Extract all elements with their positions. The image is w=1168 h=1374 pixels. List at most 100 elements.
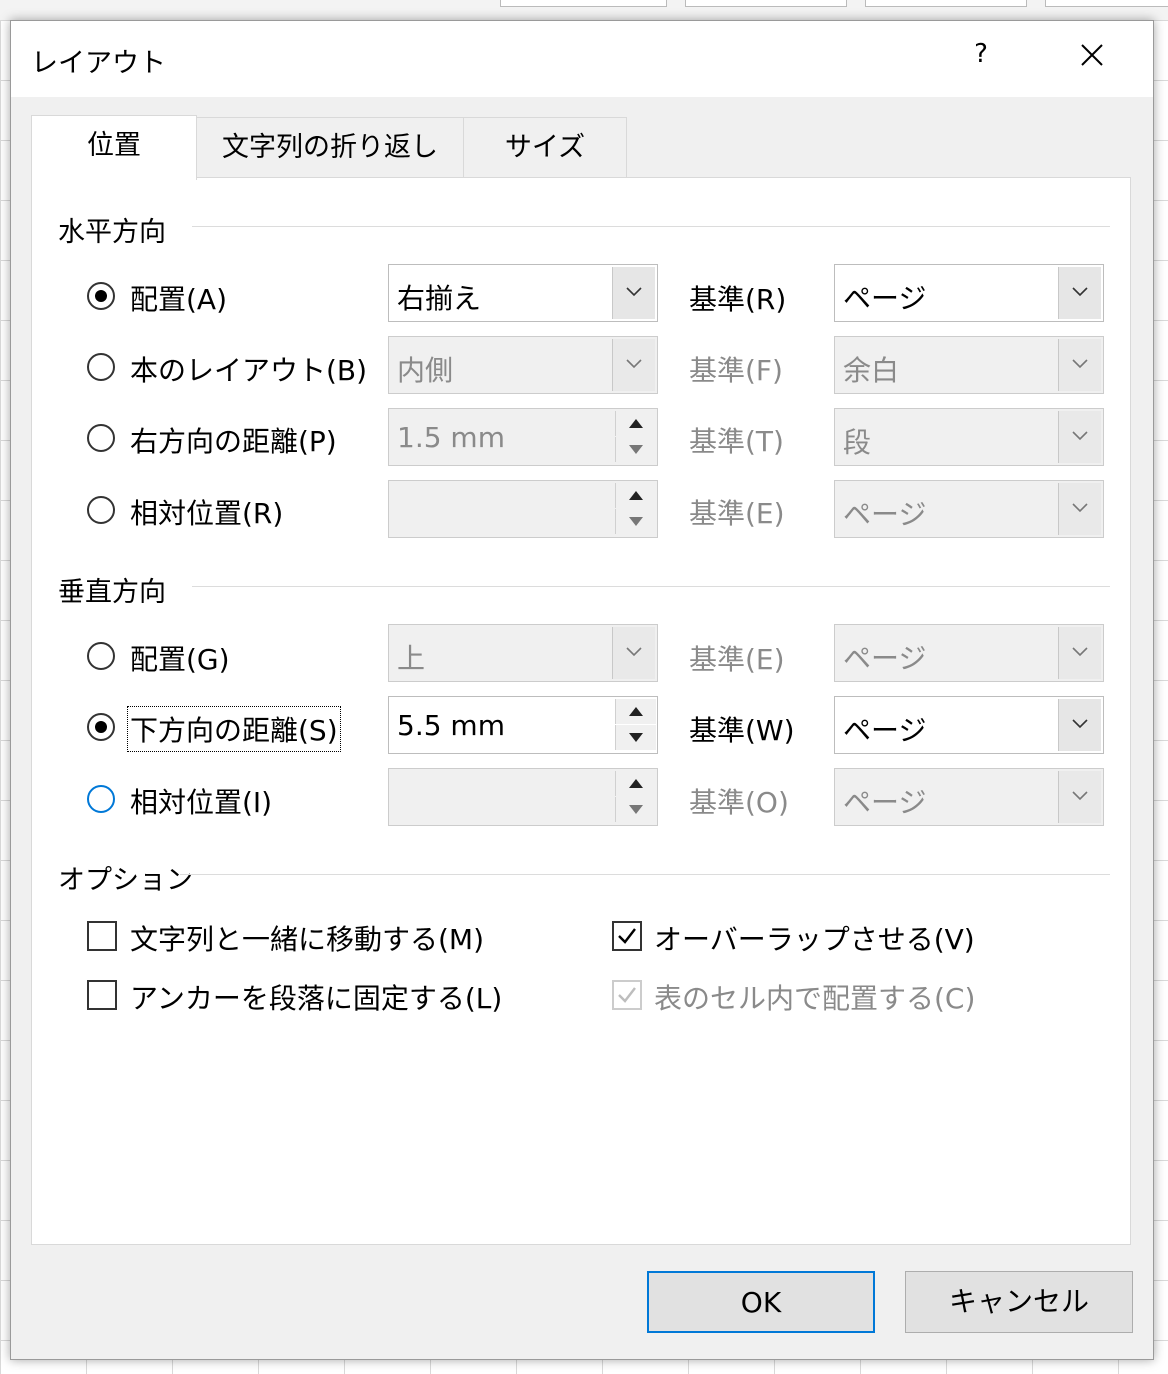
section-horizontal-header: 水平方向	[58, 217, 166, 248]
chevron-down-icon	[612, 627, 655, 679]
horizontal-relative-position-relative-combo[interactable]: ページ	[834, 480, 1104, 538]
vertical-relative-position-relative-value: ページ	[843, 786, 927, 819]
absolute-position-right-spin[interactable]: 1.5 mm	[388, 408, 658, 466]
spin-buttons	[615, 699, 656, 751]
spin-up-arrow-icon[interactable]	[615, 411, 656, 436]
vertical-relative-position-spin[interactable]	[388, 768, 658, 826]
dialog-titlebar: レイアウト ?	[11, 21, 1153, 97]
section-divider	[192, 586, 1110, 587]
chevron-down-icon	[1058, 411, 1101, 463]
checkbox-layout-in-table-cell-label: 表のセル内で配置する(C)	[654, 982, 976, 1015]
vertical-alignment-combo[interactable]: 上	[388, 624, 658, 682]
radio-absolute-position-below-label: 下方向の距離(S)	[127, 706, 341, 752]
dialog-title: レイアウト	[31, 48, 166, 79]
spin-buttons	[615, 411, 656, 463]
spin-up-arrow-icon[interactable]	[615, 699, 656, 724]
radio-horizontal-alignment[interactable]	[87, 282, 115, 310]
background-toolbar-box	[1045, 0, 1168, 7]
checkmark-icon	[618, 928, 636, 944]
chevron-down-icon	[1058, 483, 1101, 535]
radio-absolute-position-right[interactable]	[87, 424, 115, 452]
vertical-alignment-relative-combo[interactable]: ページ	[834, 624, 1104, 682]
spin-down-arrow-icon[interactable]	[615, 437, 656, 462]
vertical-alignment-relative-value: ページ	[843, 642, 927, 675]
checkbox-allow-overlap-label: オーバーラップさせる(V)	[654, 923, 975, 956]
horizontal-alignment-value: 右揃え	[397, 282, 482, 315]
radio-absolute-position-right-label: 右方向の距離(P)	[130, 425, 337, 458]
checkbox-move-with-text-label: 文字列と一緒に移動する(M)	[130, 923, 485, 956]
checkmark-icon	[618, 987, 636, 1003]
absolute-position-below-relative-label: 基準(W)	[689, 714, 795, 747]
checkbox-move-with-text[interactable]	[87, 921, 117, 951]
tab-position[interactable]: 位置	[31, 115, 197, 180]
checkbox-lock-anchor[interactable]	[87, 980, 117, 1010]
radio-vertical-alignment[interactable]	[87, 642, 115, 670]
spin-up-arrow-icon[interactable]	[615, 483, 656, 508]
checkbox-allow-overlap[interactable]	[612, 921, 642, 951]
horizontal-alignment-relative-label: 基準(R)	[689, 283, 787, 316]
section-divider	[180, 874, 1110, 875]
absolute-position-below-spin[interactable]: 5.5 mm	[388, 696, 658, 754]
horizontal-relative-position-relative-value: ページ	[843, 498, 927, 531]
spin-down-arrow-icon[interactable]	[615, 797, 656, 822]
absolute-position-right-relative-value: 段	[843, 426, 872, 459]
help-button[interactable]: ?	[966, 39, 996, 69]
absolute-position-below-relative-value: ページ	[843, 714, 927, 747]
close-button[interactable]	[1074, 35, 1110, 75]
chevron-down-icon	[612, 339, 655, 391]
radio-vertical-relative-position[interactable]	[87, 785, 115, 813]
layout-dialog: レイアウト ? 位置 文字列の折り返し サイズ 水平方向 配置(A) 右揃え 基…	[10, 20, 1154, 1360]
chevron-down-icon	[1058, 267, 1101, 319]
spin-down-arrow-icon[interactable]	[615, 725, 656, 750]
horizontal-alignment-combo[interactable]: 右揃え	[388, 264, 658, 322]
checkbox-layout-in-table-cell[interactable]	[612, 980, 642, 1010]
spin-up-arrow-icon[interactable]	[615, 771, 656, 796]
background-toolbar	[0, 0, 1168, 21]
horizontal-relative-position-spin[interactable]	[388, 480, 658, 538]
vertical-alignment-relative-label: 基準(E)	[689, 643, 785, 676]
cancel-button[interactable]: キャンセル	[905, 1271, 1133, 1333]
ok-button[interactable]: OK	[647, 1271, 875, 1333]
tab-text-wrapping[interactable]: 文字列の折り返し	[195, 117, 465, 178]
section-divider	[192, 226, 1110, 227]
vertical-alignment-value: 上	[397, 642, 426, 675]
radio-vertical-alignment-label: 配置(G)	[130, 643, 230, 676]
book-layout-relative-label: 基準(F)	[689, 354, 783, 387]
absolute-position-below-relative-combo[interactable]: ページ	[834, 696, 1104, 754]
background-toolbar-box	[685, 0, 847, 7]
vertical-relative-position-relative-label: 基準(O)	[689, 786, 789, 819]
background-toolbar-box	[500, 0, 667, 7]
radio-book-layout-label: 本のレイアウト(B)	[130, 354, 368, 387]
close-icon	[1081, 44, 1103, 66]
chevron-down-icon	[1058, 699, 1101, 751]
chevron-down-icon	[1058, 627, 1101, 679]
section-vertical-header: 垂直方向	[58, 577, 166, 608]
checkbox-lock-anchor-label: アンカーを段落に固定する(L)	[130, 982, 503, 1015]
section-options-header: オプション	[58, 865, 193, 896]
radio-horizontal-relative-position[interactable]	[87, 496, 115, 524]
book-layout-combo[interactable]: 内側	[388, 336, 658, 394]
vertical-relative-position-relative-combo[interactable]: ページ	[834, 768, 1104, 826]
absolute-position-right-relative-combo[interactable]: 段	[834, 408, 1104, 466]
spin-buttons	[615, 483, 656, 535]
background-toolbar-box	[865, 0, 1027, 7]
tab-size[interactable]: サイズ	[463, 117, 627, 178]
horizontal-alignment-relative-combo[interactable]: ページ	[834, 264, 1104, 322]
chevron-down-icon	[612, 267, 655, 319]
radio-absolute-position-below[interactable]	[87, 713, 115, 741]
radio-horizontal-alignment-label: 配置(A)	[130, 283, 228, 316]
absolute-position-right-value: 1.5 mm	[397, 421, 505, 454]
chevron-down-icon	[1058, 771, 1101, 823]
book-layout-relative-value: 余白	[843, 354, 900, 387]
spin-down-arrow-icon[interactable]	[615, 509, 656, 534]
spin-buttons	[615, 771, 656, 823]
radio-horizontal-relative-position-label: 相対位置(R)	[130, 497, 284, 530]
horizontal-relative-position-relative-label: 基準(E)	[689, 497, 785, 530]
absolute-position-right-relative-label: 基準(T)	[689, 425, 784, 458]
tab-panel-position: 水平方向 配置(A) 右揃え 基準(R) ページ 本のレイアウト(B) 内側 基…	[31, 177, 1131, 1245]
radio-book-layout[interactable]	[87, 353, 115, 381]
book-layout-relative-combo[interactable]: 余白	[834, 336, 1104, 394]
chevron-down-icon	[1058, 339, 1101, 391]
radio-vertical-relative-position-label: 相対位置(I)	[130, 786, 273, 819]
horizontal-alignment-relative-value: ページ	[843, 282, 927, 315]
